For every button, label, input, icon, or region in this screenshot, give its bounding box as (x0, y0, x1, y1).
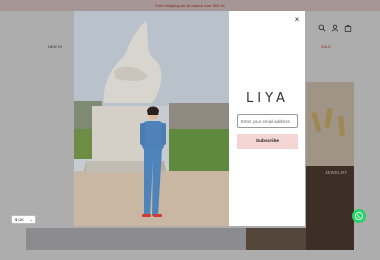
popup-photo (74, 11, 229, 226)
email-field[interactable] (237, 114, 298, 128)
currency-selector[interactable]: $ UK ⌄ (11, 215, 36, 224)
close-icon[interactable]: × (292, 15, 302, 25)
whatsapp-button[interactable] (352, 209, 366, 223)
whatsapp-icon (354, 211, 364, 221)
currency-label: $ UK (15, 217, 24, 222)
subscribe-button[interactable]: Subscribe (237, 134, 298, 149)
brand-logo: LIYA (246, 91, 289, 106)
chevron-down-icon: ⌄ (29, 217, 33, 222)
